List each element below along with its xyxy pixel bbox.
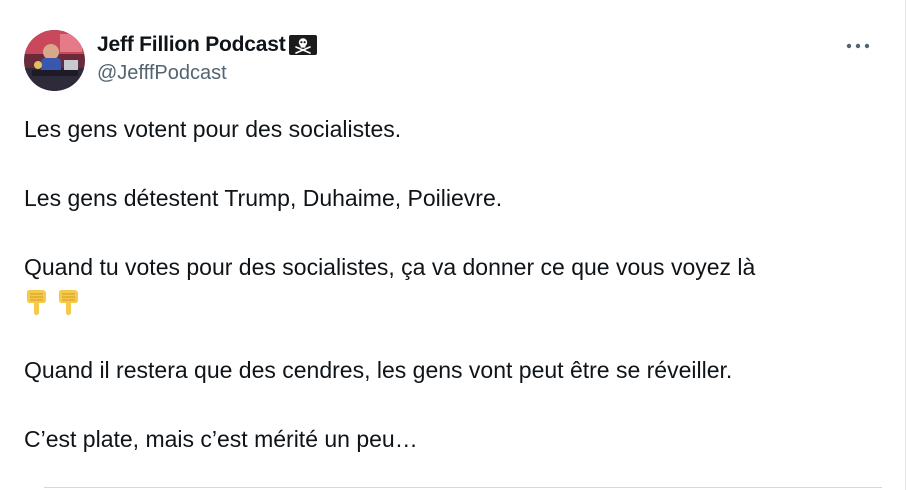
avatar[interactable] (24, 30, 85, 91)
tweet-paragraph: Les gens détestent Trump, Duhaime, Poili… (24, 185, 503, 211)
tweet-text: Les gens votent pour des socialistes. Le… (24, 112, 884, 457)
display-name[interactable]: Jeff Fillion Podcast (97, 33, 286, 57)
tweet-paragraph: C’est plate, mais c’est mérité un peu… (24, 426, 418, 452)
avatar-image (24, 30, 85, 91)
pointing-down-emoji (27, 290, 46, 315)
emoji-row (24, 285, 884, 319)
author-name-row[interactable]: Jeff Fillion Podcast (97, 32, 318, 58)
tweet-paragraph: Les gens votent pour des socialistes. (24, 116, 402, 142)
divider (44, 487, 882, 488)
more-horizontal-icon (846, 43, 870, 49)
more-options-button[interactable] (838, 30, 878, 60)
author-handle[interactable]: @JefffPodcast (97, 62, 227, 85)
pointing-down-emoji (59, 290, 78, 315)
pirate-flag-icon (288, 34, 318, 56)
tweet-card: Jeff Fillion Podcast @JefffPodcast Les g… (0, 0, 906, 490)
tweet-paragraph: Quand il restera que des cendres, les ge… (24, 357, 733, 383)
tweet-paragraph: Quand tu votes pour des socialistes, ça … (24, 254, 756, 280)
